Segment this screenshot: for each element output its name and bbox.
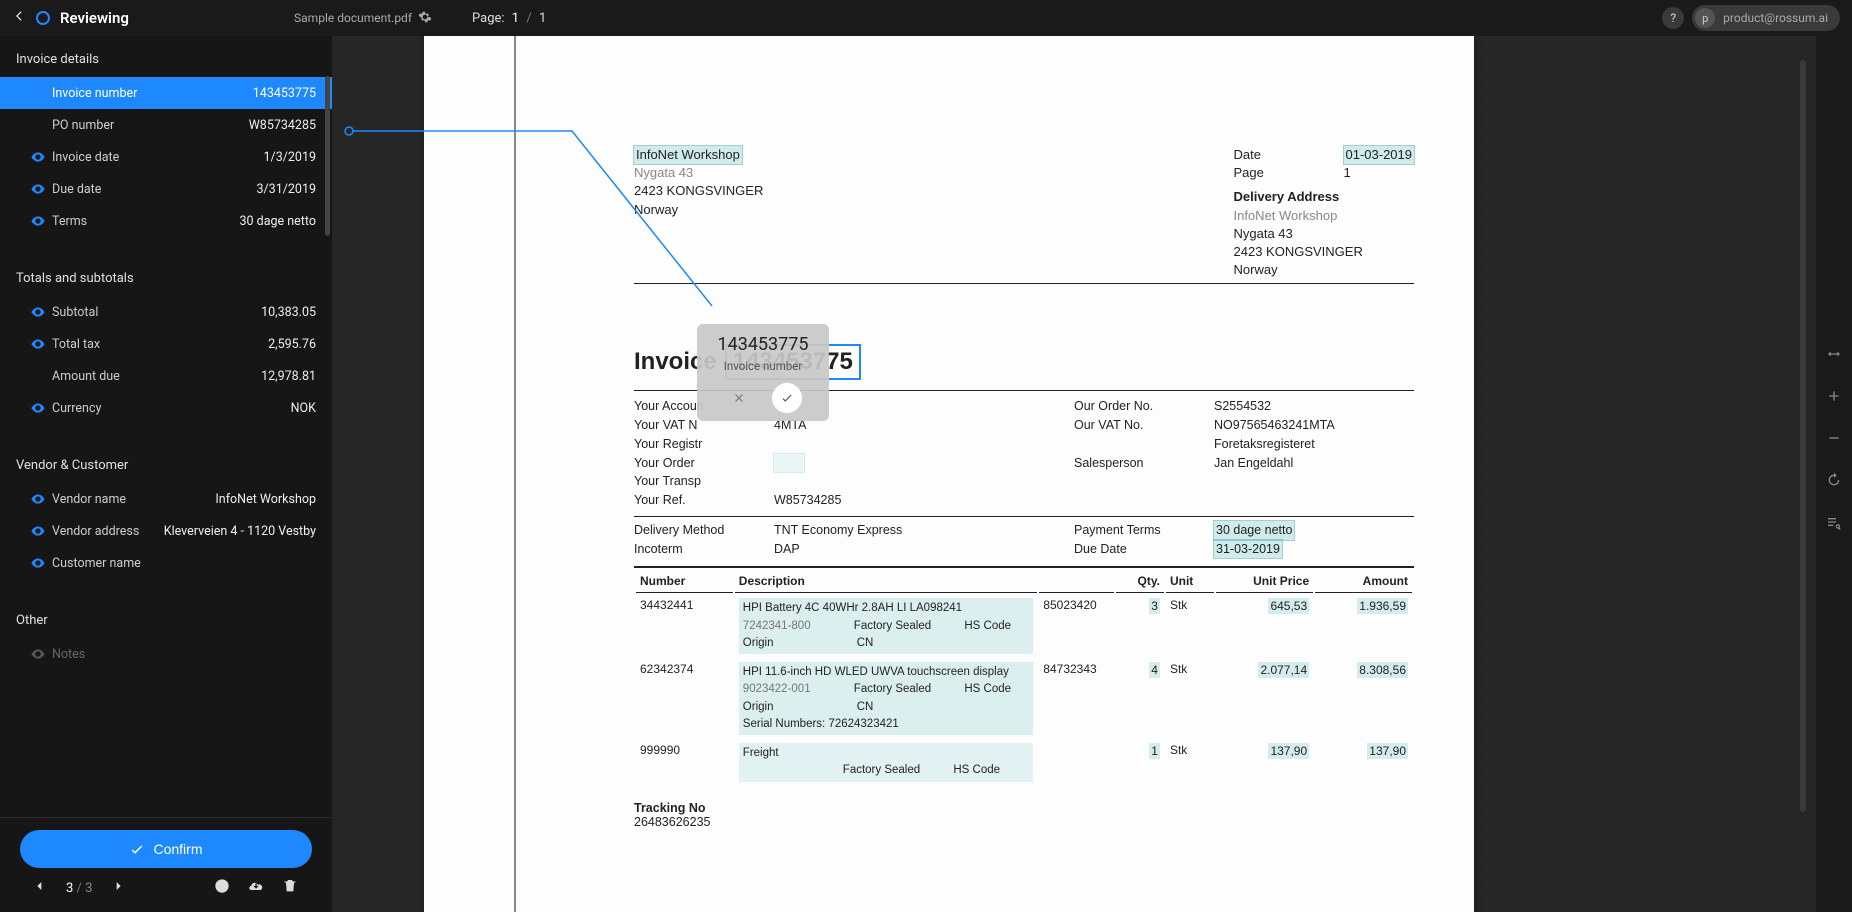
close-icon xyxy=(732,391,746,405)
meta-block: Date01-03-2019 Page1 Delivery Address In… xyxy=(1234,146,1415,279)
trash-icon[interactable] xyxy=(276,878,304,898)
check-icon xyxy=(780,391,794,405)
field-invoice-number[interactable]: Invoice number 143453775 xyxy=(0,77,332,109)
back-arrow-icon[interactable] xyxy=(12,9,26,27)
field-subtotal[interactable]: Subtotal 10,383.05 xyxy=(0,296,332,328)
popover-reject-button[interactable] xyxy=(724,383,754,413)
prev-doc-button[interactable] xyxy=(28,878,52,898)
table-row: 62342374 HPI 11.6-inch HD WLED UWVA touc… xyxy=(636,659,1412,738)
doc-right-info: Our Order No.S2554532 Our VAT No.NO97565… xyxy=(1074,397,1374,510)
document-name[interactable]: Sample document.pdf xyxy=(294,10,432,27)
workspace-scrollbar[interactable] xyxy=(1800,60,1806,812)
sidebar-scrollbar[interactable] xyxy=(325,76,330,236)
sidebar: Invoice details Invoice number 143453775… xyxy=(0,36,332,912)
eye-icon xyxy=(30,491,46,507)
help-button[interactable]: ? xyxy=(1662,7,1684,29)
eye-icon xyxy=(30,400,46,416)
user-chip[interactable]: p product@rossum.ai xyxy=(1692,5,1840,31)
eye-icon xyxy=(30,213,46,229)
field-currency[interactable]: Currency NOK xyxy=(0,392,332,424)
doc-position: 3 / 3 xyxy=(66,881,92,896)
eye-icon xyxy=(30,555,46,571)
field-amount-due[interactable]: Amount due 12,978.81 xyxy=(0,360,332,392)
bottom-controls: 3 / 3 xyxy=(20,868,312,904)
fit-width-icon[interactable] xyxy=(1826,346,1842,366)
value-popover: 143453775 Invoice number xyxy=(697,324,829,421)
table-row: 34432441 HPI Battery 4C 40WHr 2.8AH LI L… xyxy=(636,595,1412,657)
download-icon[interactable] xyxy=(242,878,270,898)
line-items-table: Number Description Qty. Unit Unit Price … xyxy=(634,566,1414,786)
eye-icon xyxy=(30,646,46,662)
confirm-button[interactable]: Confirm xyxy=(20,830,312,868)
field-po-number[interactable]: PO number W85734285 xyxy=(0,109,332,141)
field-total-tax[interactable]: Total tax 2,595.76 xyxy=(0,328,332,360)
sender-block: InfoNet Workshop Nygata 43 2423 KONGSVIN… xyxy=(634,146,763,279)
zoom-out-icon[interactable] xyxy=(1826,430,1842,450)
document-page[interactable]: InfoNet Workshop Nygata 43 2423 KONGSVIN… xyxy=(424,36,1474,912)
search-list-icon[interactable] xyxy=(1826,514,1842,534)
field-invoice-date[interactable]: Invoice date 1/3/2019 xyxy=(0,141,332,173)
eye-icon xyxy=(30,523,46,539)
eye-icon xyxy=(30,336,46,352)
eye-icon xyxy=(30,149,46,165)
rotate-icon[interactable] xyxy=(1826,472,1842,492)
document-workspace[interactable]: InfoNet Workshop Nygata 43 2423 KONGSVIN… xyxy=(332,36,1816,912)
field-vendor-name[interactable]: Vendor name InfoNet Workshop xyxy=(0,483,332,515)
check-icon xyxy=(129,841,145,857)
section-totals: Totals and subtotals xyxy=(0,255,332,296)
page-indicator: Page: 1 / 1 xyxy=(472,11,546,26)
right-tool-strip xyxy=(1816,36,1852,912)
eye-icon xyxy=(30,304,46,320)
tracking-block: Tracking No 26483626235 xyxy=(634,801,1414,829)
field-vendor-address[interactable]: Vendor address Kleverveien 4 - 1120 Vest… xyxy=(0,515,332,547)
field-customer-name[interactable]: Customer name xyxy=(0,547,332,579)
field-terms[interactable]: Terms 30 dage netto xyxy=(0,205,332,237)
topbar: Reviewing Sample document.pdf Page: 1 / … xyxy=(0,0,1852,36)
table-row: 999990 Freight Factory Sealed HS Code 1 xyxy=(636,740,1412,785)
gear-icon[interactable] xyxy=(418,10,432,27)
field-notes[interactable]: Notes xyxy=(0,638,332,670)
eye-icon xyxy=(30,181,46,197)
field-due-date[interactable]: Due date 3/31/2019 xyxy=(0,173,332,205)
next-doc-button[interactable] xyxy=(106,878,130,898)
section-other: Other xyxy=(0,597,332,638)
clock-icon[interactable] xyxy=(208,878,236,898)
popover-accept-button[interactable] xyxy=(772,383,802,413)
status-ring-icon xyxy=(36,11,50,25)
section-invoice-details: Invoice details xyxy=(0,36,332,77)
avatar: p xyxy=(1695,8,1715,28)
status-label: Reviewing xyxy=(60,9,129,27)
section-vendor-customer: Vendor & Customer xyxy=(0,442,332,483)
zoom-in-icon[interactable] xyxy=(1826,388,1842,408)
